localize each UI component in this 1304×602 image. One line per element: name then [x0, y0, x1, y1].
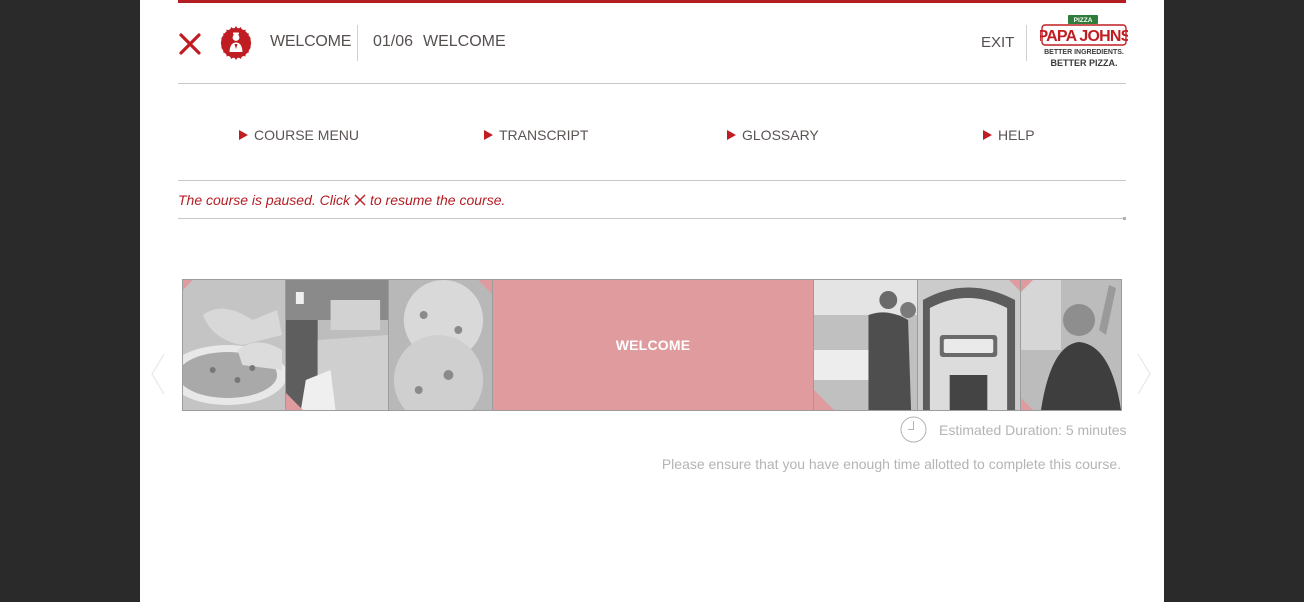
close-icon[interactable] — [178, 32, 202, 56]
lesson-title: WELCOME — [423, 33, 506, 50]
avatar — [220, 26, 252, 60]
play-triangle-icon — [239, 130, 248, 140]
papa-johns-logo: PIZZA PAPA JOHNS BETTER INGREDIENTS. BET… — [1040, 15, 1128, 68]
lesson-carousel: WELCOME — [182, 279, 1122, 411]
lesson-thumbnail-5[interactable] — [918, 280, 1021, 410]
lesson-thumbnail-3[interactable] — [389, 280, 493, 410]
paused-message: The course is paused. Click to resume th… — [178, 192, 505, 208]
logo-tagline-2: BETTER PIZZA. — [1051, 58, 1118, 68]
lesson-tile-current[interactable]: WELCOME — [493, 280, 814, 410]
close-icon — [354, 194, 366, 206]
course-player: WELCOME 01/06 WELCOME EXIT PIZZA PAPA JO… — [140, 0, 1164, 602]
play-triangle-icon — [983, 130, 992, 140]
progress-indicator: 01/06 — [373, 33, 414, 50]
exit-divider — [1026, 25, 1027, 61]
chevron-right-icon[interactable] — [1134, 352, 1154, 396]
lesson-thumbnail-1[interactable] — [183, 280, 286, 410]
logo-badge: PIZZA — [1074, 17, 1093, 24]
page-title: WELCOME — [270, 33, 352, 50]
lesson-thumbnail-2[interactable] — [286, 280, 389, 410]
menu-item-glossary[interactable]: GLOSSARY — [727, 127, 819, 143]
header-rule — [178, 83, 1126, 84]
play-triangle-icon — [727, 130, 736, 140]
paused-text-end: to resume the course. — [369, 192, 506, 208]
menu-item-label: COURSE MENU — [254, 127, 360, 143]
menu-item-label: GLOSSARY — [742, 127, 819, 143]
logo-brand: PAPA JOHNS — [1040, 28, 1128, 45]
menu-rule-top — [178, 180, 1126, 181]
lesson-thumbnail-4[interactable] — [814, 280, 918, 410]
menu-item-label: TRANSCRIPT — [499, 127, 589, 143]
menu-item-label: HELP — [998, 127, 1035, 143]
duration-text: Estimated Duration: 5 minutes — [939, 421, 1127, 438]
estimated-duration: Estimated Duration: 5 minutes — [900, 416, 1127, 443]
menu-item-transcript[interactable]: TRANSCRIPT — [484, 127, 588, 143]
exit-button[interactable]: EXIT — [981, 34, 1014, 51]
lesson-thumbnail-6[interactable] — [1021, 280, 1121, 410]
top-accent-bar — [178, 0, 1126, 3]
logo-tagline-1: BETTER INGREDIENTS. — [1044, 49, 1124, 56]
time-notice: Please ensure that you have enough time … — [661, 456, 1121, 472]
resize-handle — [1123, 217, 1126, 220]
menu-rule-bottom — [178, 218, 1126, 219]
menu-item-course-menu[interactable]: COURSE MENU — [239, 127, 359, 143]
clock-icon — [900, 416, 927, 443]
chevron-left-icon[interactable] — [148, 352, 168, 396]
paused-text-start: The course is paused. Click — [178, 192, 350, 208]
menu-item-help[interactable]: HELP — [983, 127, 1035, 143]
play-triangle-icon — [484, 130, 493, 140]
header-divider — [357, 25, 358, 61]
